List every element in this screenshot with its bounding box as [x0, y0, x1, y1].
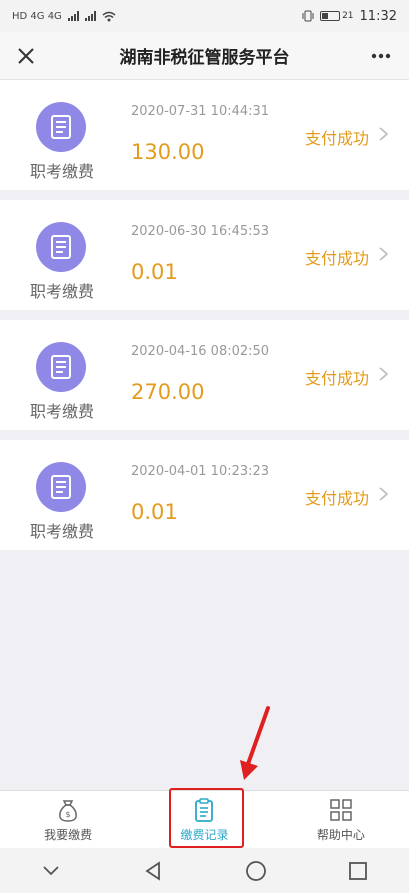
signal-icon-2 [84, 11, 96, 21]
status-left: HD 4G 4G [12, 11, 116, 22]
signal-icon [67, 11, 79, 21]
document-icon [36, 462, 86, 512]
chevron-right-icon [379, 367, 389, 381]
document-icon [36, 102, 86, 152]
payment-record-card[interactable]: 职考缴费 2020-07-31 10:44:31 130.00 支付成功 [0, 80, 409, 190]
payment-record-card[interactable]: 职考缴费 2020-06-30 16:45:53 0.01 支付成功 [0, 200, 409, 310]
payment-datetime: 2020-07-31 10:44:31 [131, 104, 270, 119]
status-bar: HD 4G 4G 21 11:32 [0, 0, 409, 32]
tab-label: 缴费记录 [180, 827, 229, 842]
payment-record-card[interactable]: 职考缴费 2020-04-16 08:02:50 270.00 支付成功 [0, 320, 409, 430]
system-nav-bar [0, 848, 409, 893]
title-bar: 湖南非税征管服务平台 [0, 32, 409, 80]
tab-help-center[interactable]: 帮助中心 [273, 791, 409, 848]
back-icon[interactable] [133, 851, 173, 891]
payment-amount: 130.00 [131, 140, 205, 164]
payment-category: 职考缴费 [29, 162, 94, 181]
svg-text:$: $ [66, 810, 71, 819]
recent-apps-icon[interactable] [338, 851, 378, 891]
close-icon[interactable] [12, 42, 40, 70]
payment-category: 职考缴费 [29, 522, 94, 541]
chevron-right-icon [379, 247, 389, 261]
payment-status: 支付成功 [304, 129, 369, 148]
payment-status: 支付成功 [304, 489, 369, 508]
grid-icon [330, 798, 352, 821]
payment-datetime: 2020-04-16 08:02:50 [131, 344, 270, 359]
payment-record-list: 职考缴费 2020-07-31 10:44:31 130.00 支付成功 职考缴… [0, 80, 409, 560]
money-bag-icon: $ [59, 799, 78, 822]
clipboard-icon [195, 797, 214, 822]
tab-payment-records[interactable]: 缴费记录 [136, 791, 272, 848]
payment-record-card[interactable]: 职考缴费 2020-04-01 10:23:23 0.01 支付成功 [0, 440, 409, 550]
chevron-right-icon [379, 127, 389, 141]
tab-label: 我要缴费 [44, 827, 93, 842]
payment-category: 职考缴费 [29, 402, 94, 421]
document-icon [36, 342, 86, 392]
wifi-icon [102, 11, 116, 21]
payment-status: 支付成功 [304, 369, 369, 388]
payment-amount: 0.01 [131, 500, 178, 524]
tab-label: 帮助中心 [316, 827, 365, 842]
page-title: 湖南非税征管服务平台 [119, 48, 290, 68]
payment-category: 职考缴费 [29, 282, 94, 301]
vibrate-icon [302, 10, 314, 22]
payment-amount: 0.01 [131, 260, 178, 284]
tab-pay[interactable]: $ 我要缴费 [0, 791, 136, 848]
clock: 11:32 [359, 8, 397, 24]
payment-datetime: 2020-04-01 10:23:23 [131, 464, 270, 479]
document-icon [36, 222, 86, 272]
payment-datetime: 2020-06-30 16:45:53 [131, 224, 270, 239]
chevron-down-icon[interactable] [31, 851, 71, 891]
payment-status: 支付成功 [304, 249, 369, 268]
bottom-tab-bar: $ 我要缴费 缴费记录 帮助中心 [0, 790, 409, 848]
annotation-arrow [240, 706, 270, 780]
home-icon[interactable] [236, 851, 276, 891]
network-indicators: HD 4G 4G [12, 10, 62, 22]
battery-icon [320, 11, 341, 21]
battery-level: 21 [342, 11, 354, 21]
payment-amount: 270.00 [131, 380, 205, 404]
chevron-right-icon [379, 487, 389, 501]
status-right: 21 11:32 [302, 9, 397, 24]
more-icon[interactable] [367, 42, 395, 70]
